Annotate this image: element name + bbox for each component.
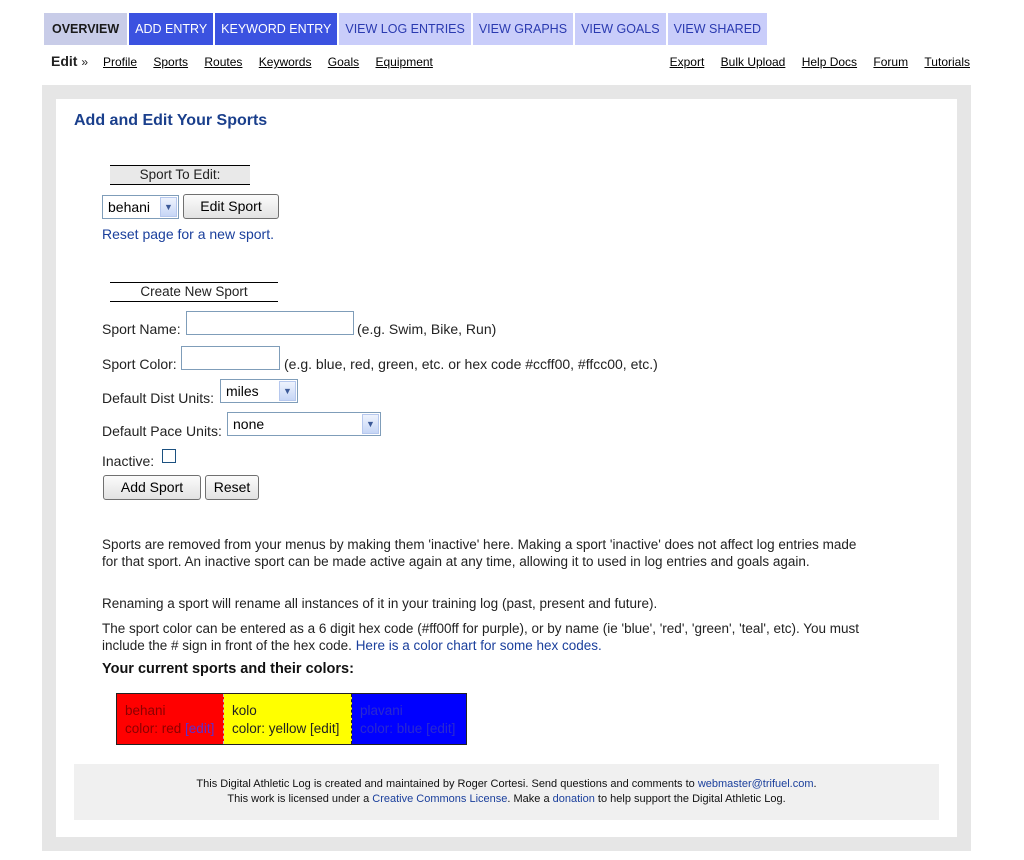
sport-color-hint: (e.g. blue, red, green, etc. or hex code… bbox=[284, 356, 658, 372]
info-color-paragraph: The sport color can be entered as a 6 di… bbox=[102, 620, 862, 654]
nav-export-link[interactable]: Export bbox=[670, 55, 705, 69]
main-tabs: OVERVIEW ADD ENTRY KEYWORD ENTRY VIEW LO… bbox=[44, 13, 769, 45]
sport-name-label: Sport Name: bbox=[102, 321, 181, 337]
inactive-label: Inactive: bbox=[102, 453, 155, 469]
edit-links: Profile Sports Routes Keywords Goals Equ… bbox=[103, 55, 446, 69]
sport-swatch-name: kolo bbox=[232, 703, 257, 718]
color-chart-link[interactable]: Here is a color chart for some hex codes… bbox=[356, 638, 602, 653]
info-inactive-paragraph: Sports are removed from your menus by ma… bbox=[102, 537, 857, 569]
pace-units-value: none bbox=[233, 416, 265, 432]
nav-sports-link[interactable]: Sports bbox=[153, 55, 188, 69]
pace-units-label: Default Pace Units: bbox=[102, 423, 222, 439]
sport-swatch-color: color: red bbox=[125, 721, 182, 736]
tab-view-goals[interactable]: VIEW GOALS bbox=[575, 13, 666, 45]
chevron-down-icon: ▼ bbox=[160, 197, 177, 217]
dist-units-label: Default Dist Units: bbox=[102, 390, 215, 406]
content-panel: Add and Edit Your Sports Sport To Edit: … bbox=[56, 99, 957, 837]
sport-select[interactable]: behani ▼ bbox=[102, 195, 179, 219]
footer-line-1: This Digital Athletic Log is created and… bbox=[196, 778, 817, 790]
tab-keyword-entry[interactable]: KEYWORD ENTRY bbox=[215, 13, 338, 45]
sport-color-label: Sport Color: bbox=[102, 356, 177, 372]
sport-name-input[interactable] bbox=[186, 311, 354, 335]
nav-forum-link[interactable]: Forum bbox=[873, 55, 908, 69]
pace-units-select[interactable]: none ▼ bbox=[227, 412, 381, 436]
edit-sport-button[interactable]: Edit Sport bbox=[183, 194, 279, 219]
nav-profile-link[interactable]: Profile bbox=[103, 55, 137, 69]
nav-keywords-link[interactable]: Keywords bbox=[259, 55, 312, 69]
edit-kolo-link[interactable]: [edit] bbox=[310, 721, 339, 736]
edit-plavani-link[interactable]: [edit] bbox=[426, 721, 455, 736]
footer-line-2: This work is licensed under a Creative C… bbox=[227, 793, 786, 805]
sport-swatch-name: plavani bbox=[360, 703, 403, 718]
content-frame: Add and Edit Your Sports Sport To Edit: … bbox=[42, 85, 971, 851]
donation-link[interactable]: donation bbox=[553, 793, 595, 805]
add-sport-button[interactable]: Add Sport bbox=[103, 475, 201, 500]
reset-page-link[interactable]: Reset page for a new sport. bbox=[102, 226, 274, 242]
dist-units-select[interactable]: miles ▼ bbox=[220, 379, 298, 403]
sport-name-hint: (e.g. Swim, Bike, Run) bbox=[357, 321, 497, 337]
sport-swatches: behani color: red [edit] kolo color: yel… bbox=[116, 693, 467, 745]
chevron-down-icon: ▼ bbox=[362, 414, 379, 434]
sub-navigation: Edit » Profile Sports Routes Keywords Go… bbox=[44, 53, 970, 73]
tab-add-entry[interactable]: ADD ENTRY bbox=[129, 13, 214, 45]
inactive-checkbox[interactable] bbox=[162, 449, 176, 463]
tab-view-log-entries[interactable]: VIEW LOG ENTRIES bbox=[339, 13, 471, 45]
nav-bulk-upload-link[interactable]: Bulk Upload bbox=[721, 55, 786, 69]
sport-swatch-color: color: yellow bbox=[232, 721, 307, 736]
edit-section-label: Edit » bbox=[51, 53, 89, 69]
sport-swatch-kolo: kolo color: yellow [edit] bbox=[224, 694, 352, 744]
page-title: Add and Edit Your Sports bbox=[74, 112, 268, 129]
dist-units-value: miles bbox=[226, 383, 259, 399]
tab-view-graphs[interactable]: VIEW GRAPHS bbox=[472, 13, 574, 45]
current-sports-heading: Your current sports and their colors: bbox=[102, 661, 354, 677]
sport-swatch-color: color: blue bbox=[360, 721, 423, 736]
sport-to-edit-heading: Sport To Edit: bbox=[110, 165, 250, 185]
sport-select-value: behani bbox=[108, 199, 151, 215]
nav-help-docs-link[interactable]: Help Docs bbox=[802, 55, 857, 69]
tab-view-shared[interactable]: VIEW SHARED bbox=[667, 13, 768, 45]
tab-overview[interactable]: OVERVIEW bbox=[44, 13, 128, 45]
create-new-sport-heading: Create New Sport bbox=[110, 282, 278, 302]
page-footer: This Digital Athletic Log is created and… bbox=[74, 764, 939, 820]
nav-tutorials-link[interactable]: Tutorials bbox=[924, 55, 970, 69]
sport-swatch-behani: behani color: red [edit] bbox=[117, 694, 224, 744]
info-rename-paragraph: Renaming a sport will rename all instanc… bbox=[102, 596, 658, 611]
chevron-down-icon: ▼ bbox=[279, 381, 296, 401]
nav-equipment-link[interactable]: Equipment bbox=[376, 55, 433, 69]
sport-swatch-plavani: plavani color: blue [edit] bbox=[352, 694, 466, 744]
sport-color-input[interactable] bbox=[181, 346, 280, 370]
creative-commons-link[interactable]: Creative Commons License bbox=[372, 793, 507, 805]
edit-behani-link[interactable]: [edit] bbox=[185, 721, 214, 736]
reset-form-button[interactable]: Reset bbox=[205, 475, 259, 500]
sport-swatch-name: behani bbox=[125, 703, 166, 718]
utility-links: Export Bulk Upload Help Docs Forum Tutor… bbox=[657, 55, 970, 69]
nav-goals-link[interactable]: Goals bbox=[328, 55, 359, 69]
nav-routes-link[interactable]: Routes bbox=[204, 55, 242, 69]
webmaster-email-link[interactable]: webmaster@trifuel.com bbox=[698, 778, 814, 790]
